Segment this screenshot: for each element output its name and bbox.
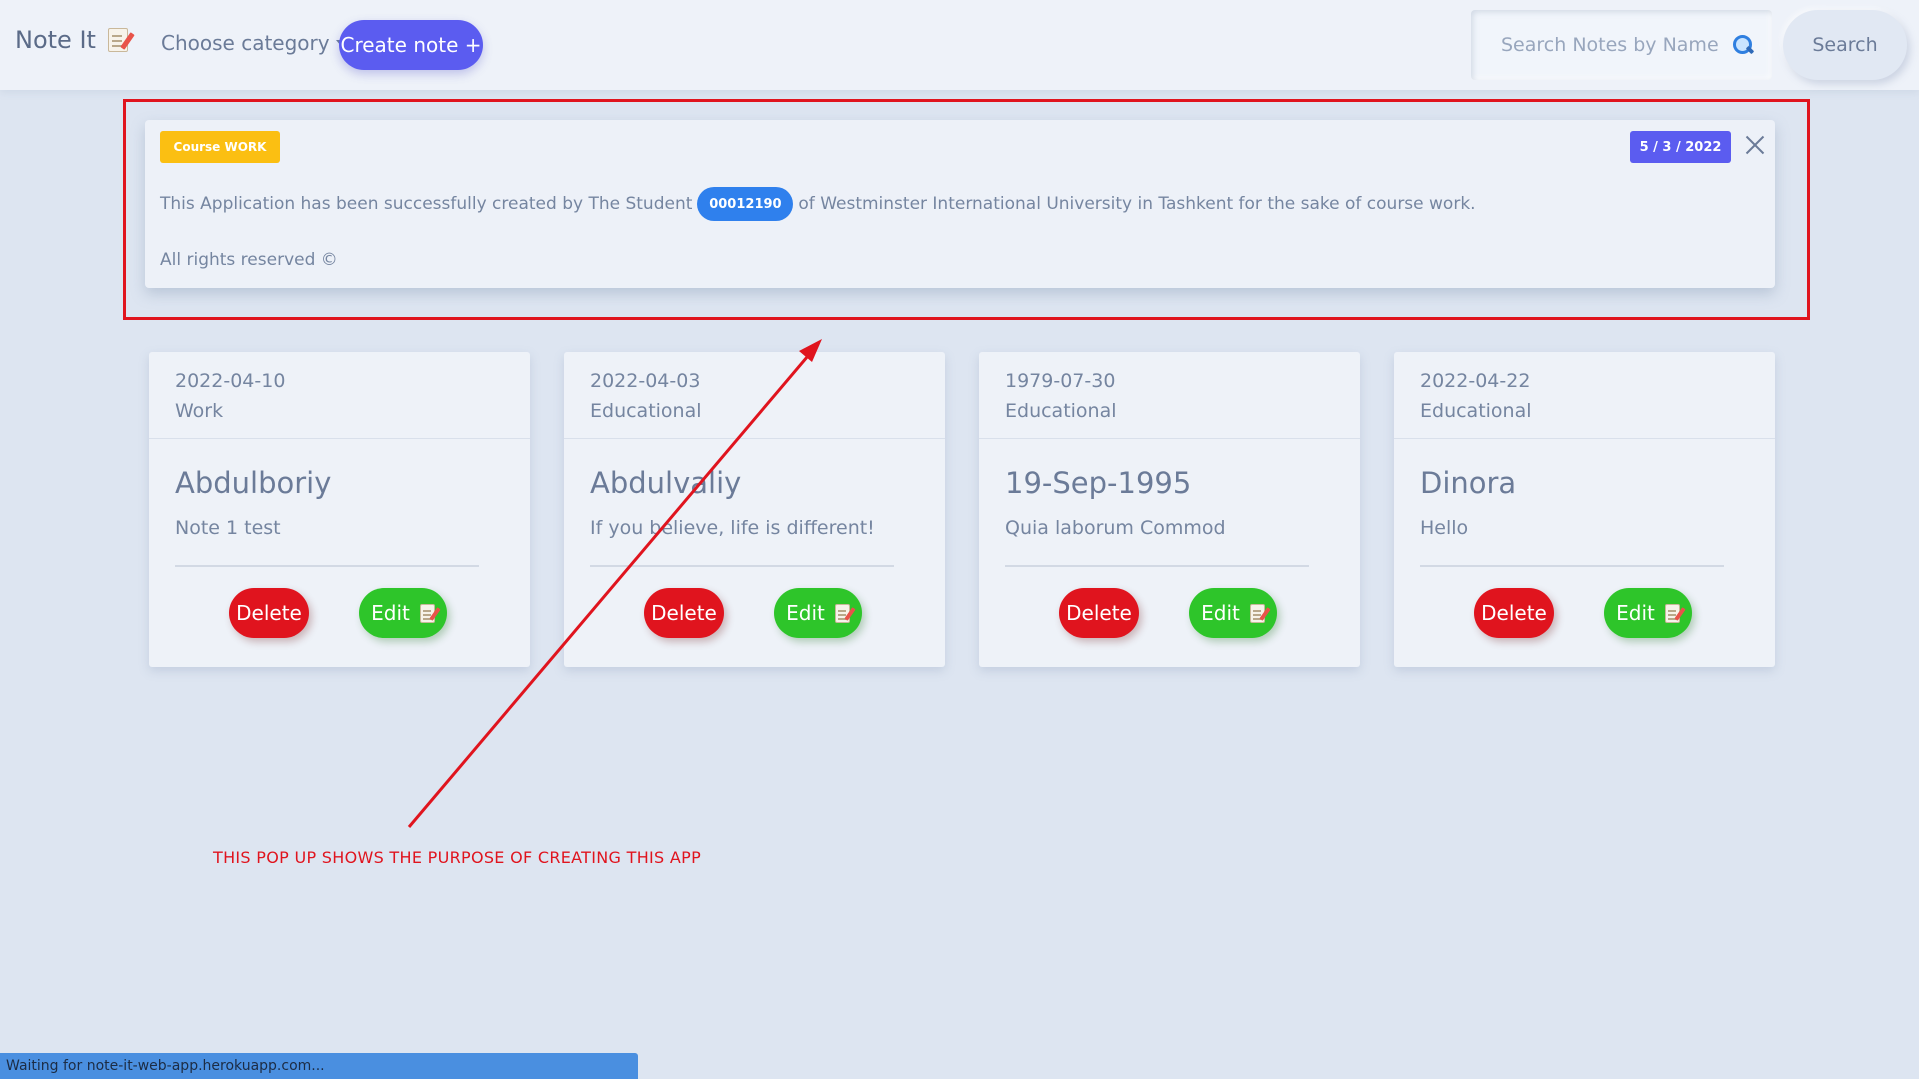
card-category: Educational: [1005, 400, 1117, 422]
search-button[interactable]: Search: [1783, 10, 1907, 80]
delete-button[interactable]: Delete: [1474, 588, 1554, 638]
search-box[interactable]: [1471, 10, 1772, 80]
memo-icon: [419, 603, 435, 623]
card-divider: [175, 565, 479, 567]
memo-icon: [107, 28, 128, 52]
popup-message-end: of Westminster International University …: [798, 194, 1476, 214]
popup-footer: All rights reserved ©: [160, 250, 338, 270]
annotation-note: THIS POP UP SHOWS THE PURPOSE OF CREATIN…: [213, 848, 702, 867]
card-category: Educational: [1420, 400, 1532, 422]
card-date: 2022-04-22: [1420, 370, 1531, 392]
search-input[interactable]: [1501, 34, 1731, 56]
info-popup: Course WORK 5 / 3 / 2022 This Applicatio…: [145, 120, 1775, 288]
card-divider: [1420, 565, 1724, 567]
browser-status-bar: Waiting for note-it-web-app.herokuapp.co…: [0, 1053, 638, 1079]
search-icon: [1733, 35, 1753, 55]
card-text: Note 1 test: [175, 517, 281, 539]
card-title: Abdulvaliy: [590, 466, 742, 500]
note-card: 2022-04-22 Educational Dinora Hello Dele…: [1394, 352, 1775, 667]
card-divider: [590, 565, 894, 567]
card-date: 2022-04-10: [175, 370, 286, 392]
card-text: If you believe, life is different!: [590, 517, 875, 539]
category-dropdown[interactable]: Choose category: [161, 31, 346, 55]
edit-button[interactable]: Edit: [1189, 588, 1277, 638]
card-date: 1979-07-30: [1005, 370, 1116, 392]
navbar: Note It Choose category Create note + Se…: [0, 0, 1919, 90]
create-note-button[interactable]: Create note +: [339, 20, 483, 70]
card-title: Dinora: [1420, 466, 1517, 500]
card-header: 2022-04-03 Educational: [564, 352, 945, 439]
popup-message-start: This Application has been successfully c…: [160, 194, 693, 214]
memo-icon: [1664, 603, 1680, 623]
edit-button[interactable]: Edit: [1604, 588, 1692, 638]
memo-icon: [834, 603, 850, 623]
card-category: Educational: [590, 400, 702, 422]
card-date: 2022-04-03: [590, 370, 701, 392]
date-badge: 5 / 3 / 2022: [1630, 131, 1731, 163]
card-header: 1979-07-30 Educational: [979, 352, 1360, 439]
brand[interactable]: Note It: [15, 26, 128, 54]
card-text: Hello: [1420, 517, 1469, 539]
card-divider: [1005, 565, 1309, 567]
card-category: Work: [175, 400, 224, 422]
close-icon[interactable]: [1743, 133, 1767, 157]
card-title: 19-Sep-1995: [1005, 466, 1192, 500]
edit-button-label: Edit: [1616, 601, 1655, 625]
popup-message: This Application has been successfully c…: [160, 187, 1476, 221]
brand-name[interactable]: Note It: [15, 26, 96, 54]
card-header: 2022-04-22 Educational: [1394, 352, 1775, 439]
memo-icon: [1249, 603, 1265, 623]
card-title: Abdulboriy: [175, 466, 332, 500]
edit-button-label: Edit: [1201, 601, 1240, 625]
delete-button[interactable]: Delete: [1059, 588, 1139, 638]
note-card: 2022-04-03 Educational Abdulvaliy If you…: [564, 352, 945, 667]
note-card: 1979-07-30 Educational 19-Sep-1995 Quia …: [979, 352, 1360, 667]
delete-button[interactable]: Delete: [229, 588, 309, 638]
delete-button[interactable]: Delete: [644, 588, 724, 638]
category-dropdown-label: Choose category: [161, 31, 330, 55]
course-work-badge: Course WORK: [160, 131, 280, 163]
edit-button-label: Edit: [371, 601, 410, 625]
note-card: 2022-04-10 Work Abdulboriy Note 1 test D…: [149, 352, 530, 667]
page: Note It Choose category Create note + Se…: [0, 0, 1919, 1079]
edit-button-label: Edit: [786, 601, 825, 625]
edit-button[interactable]: Edit: [359, 588, 447, 638]
card-text: Quia laborum Commod: [1005, 517, 1226, 539]
card-header: 2022-04-10 Work: [149, 352, 530, 439]
student-id-badge: 00012190: [697, 187, 794, 221]
edit-button[interactable]: Edit: [774, 588, 862, 638]
